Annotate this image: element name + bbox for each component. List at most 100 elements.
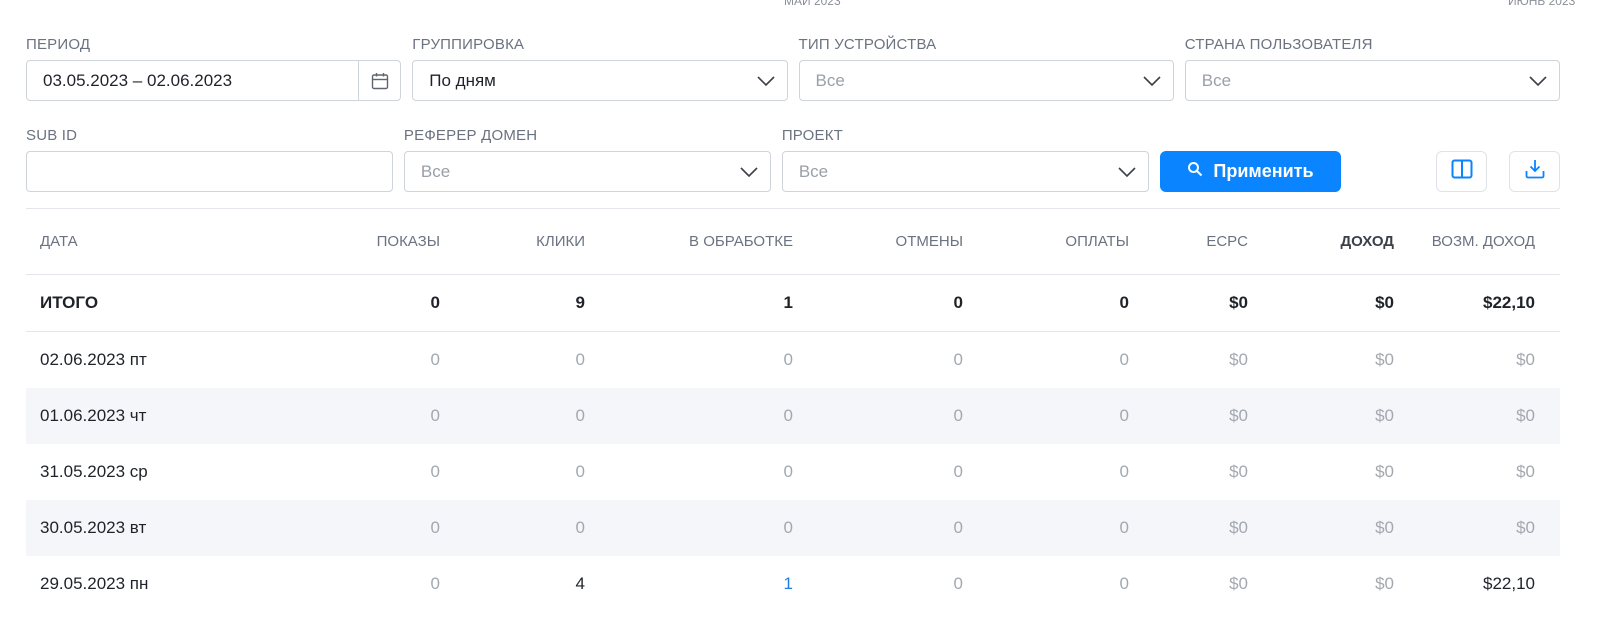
sub-id-filter: SUB ID [26, 125, 393, 192]
filters-panel: Период 03.05.2023 – 02.06.2023 Группиров… [26, 34, 1560, 192]
calendar-month-may-label: МАЙ 2023 [784, 0, 841, 8]
table-cell: 0 [953, 350, 963, 369]
export-button[interactable] [1509, 151, 1560, 192]
table-cell: 0 [430, 574, 440, 593]
grouping-label: Группировка [412, 36, 525, 53]
calendar-icon[interactable] [358, 61, 400, 100]
table-cell: 0 [575, 350, 585, 369]
apply-button-label: Применить [1213, 161, 1314, 181]
period-label: Период [26, 36, 91, 53]
user-country-filter: Страна пользователя Все [1184, 34, 1560, 101]
table-cell: 0 [575, 406, 585, 425]
column-header-clicks[interactable]: Клики [440, 233, 585, 250]
total-cell: 0 [1119, 293, 1129, 312]
total-cell: 1 [783, 293, 793, 312]
date-cell: 31.05.2023 ср [40, 462, 148, 481]
user-country-value: Все [1201, 70, 1232, 90]
columns-icon [1451, 159, 1473, 184]
period-filter: Период 03.05.2023 – 02.06.2023 [26, 34, 402, 101]
sub-id-label: SUB ID [26, 127, 78, 144]
table-cell: $0 [1375, 462, 1394, 481]
processing-link[interactable]: 1 [585, 574, 793, 594]
referrer-domain-select[interactable]: Все [403, 151, 771, 192]
table-cell: 0 [783, 406, 793, 425]
table-cell: 0 [1119, 462, 1129, 481]
search-icon [1187, 161, 1203, 182]
grouping-value: По дням [429, 70, 496, 90]
total-cell: 0 [953, 293, 963, 312]
column-header-cancellations[interactable]: Отмены [793, 233, 963, 250]
user-country-label: Страна пользователя [1184, 36, 1373, 53]
table-cell: 0 [783, 518, 793, 537]
chevron-down-icon [728, 152, 770, 191]
sub-id-input[interactable] [27, 152, 392, 191]
table-cell: 0 [953, 518, 963, 537]
column-header-payments[interactable]: Оплаты [963, 233, 1129, 250]
table-cell: 0 [783, 350, 793, 369]
project-label: Проект [781, 127, 844, 144]
period-input[interactable]: 03.05.2023 – 02.06.2023 [26, 60, 402, 101]
chevron-down-icon [745, 61, 787, 100]
table-cell: $0 [1375, 518, 1394, 537]
period-value: 03.05.2023 – 02.06.2023 [43, 70, 233, 90]
table-cell: 0 [783, 462, 793, 481]
date-cell: 30.05.2023 вт [40, 518, 147, 537]
table-cell: 0 [1119, 518, 1129, 537]
stats-table: Дата Показы Клики В обработке Отмены Опл… [26, 209, 1560, 612]
apply-button[interactable]: Применить [1159, 151, 1342, 192]
date-cell: 01.06.2023 чт [40, 406, 147, 425]
referrer-domain-value: Все [420, 161, 451, 181]
total-cell: $22,10 [1483, 293, 1535, 312]
column-header-impressions[interactable]: Показы [306, 233, 440, 250]
column-header-possible-income[interactable]: Возм. доход [1394, 233, 1548, 250]
table-row: 02.06.2023 пт 0 0 0 0 0 $0 $0 $0 [26, 332, 1560, 388]
total-cell: 0 [430, 293, 440, 312]
project-select[interactable]: Все [781, 151, 1149, 192]
table-row: 30.05.2023 вт 0 0 0 0 0 $0 $0 $0 [26, 500, 1560, 556]
referrer-domain-label: Реферер домен [403, 127, 538, 144]
device-type-select[interactable]: Все [798, 60, 1174, 101]
date-cell: 02.06.2023 пт [40, 350, 147, 369]
device-type-filter: Тип устройства Все [798, 34, 1174, 101]
table-cell: $0 [1516, 406, 1535, 425]
table-cell: 0 [1119, 574, 1129, 593]
table-cell: 0 [430, 462, 440, 481]
table-cell: 0 [1119, 406, 1129, 425]
table-cell: $0 [1375, 406, 1394, 425]
table-cell: 0 [953, 406, 963, 425]
column-header-ecpc[interactable]: ECPC [1129, 233, 1248, 250]
calendar-month-june-label: ИЮНЬ 2023 [1508, 0, 1576, 8]
project-value: Все [798, 161, 829, 181]
table-cell: $0 [1229, 406, 1248, 425]
table-cell: 0 [430, 406, 440, 425]
project-filter: Проект Все [781, 125, 1149, 192]
table-cell: $0 [1229, 518, 1248, 537]
chevron-down-icon [1131, 61, 1173, 100]
total-label: ИТОГО [40, 293, 99, 312]
user-country-select[interactable]: Все [1184, 60, 1560, 101]
table-cell: $0 [1229, 350, 1248, 369]
download-icon [1524, 158, 1546, 185]
total-cell: 9 [575, 293, 585, 312]
table-cell: 4 [575, 574, 585, 593]
table-row: 01.06.2023 чт 0 0 0 0 0 $0 $0 $0 [26, 388, 1560, 444]
table-cell: $0 [1375, 350, 1394, 369]
table-total-row: ИТОГО 0 9 1 0 0 $0 $0 $22,10 [26, 275, 1560, 332]
table-cell: $22,10 [1483, 574, 1535, 593]
column-header-processing[interactable]: В обработке [585, 233, 793, 250]
table-row: 29.05.2023 пн 0 4 1 0 0 $0 $0 $22,10 [26, 556, 1560, 612]
table-header-row: Дата Показы Клики В обработке Отмены Опл… [26, 209, 1560, 275]
table-cell: $0 [1516, 350, 1535, 369]
grouping-select[interactable]: По дням [412, 60, 788, 101]
column-header-income[interactable]: Доход [1248, 233, 1394, 250]
referrer-domain-filter: Реферер домен Все [403, 125, 771, 192]
column-header-date[interactable]: Дата [26, 233, 306, 250]
table-cell: 0 [1119, 350, 1129, 369]
columns-toggle-button[interactable] [1436, 151, 1488, 192]
table-cell: $0 [1229, 574, 1248, 593]
table-cell: 0 [953, 462, 963, 481]
table-cell: 0 [575, 462, 585, 481]
grouping-filter: Группировка По дням [412, 34, 788, 101]
table-cell: 0 [430, 350, 440, 369]
total-cell: $0 [1229, 293, 1248, 312]
